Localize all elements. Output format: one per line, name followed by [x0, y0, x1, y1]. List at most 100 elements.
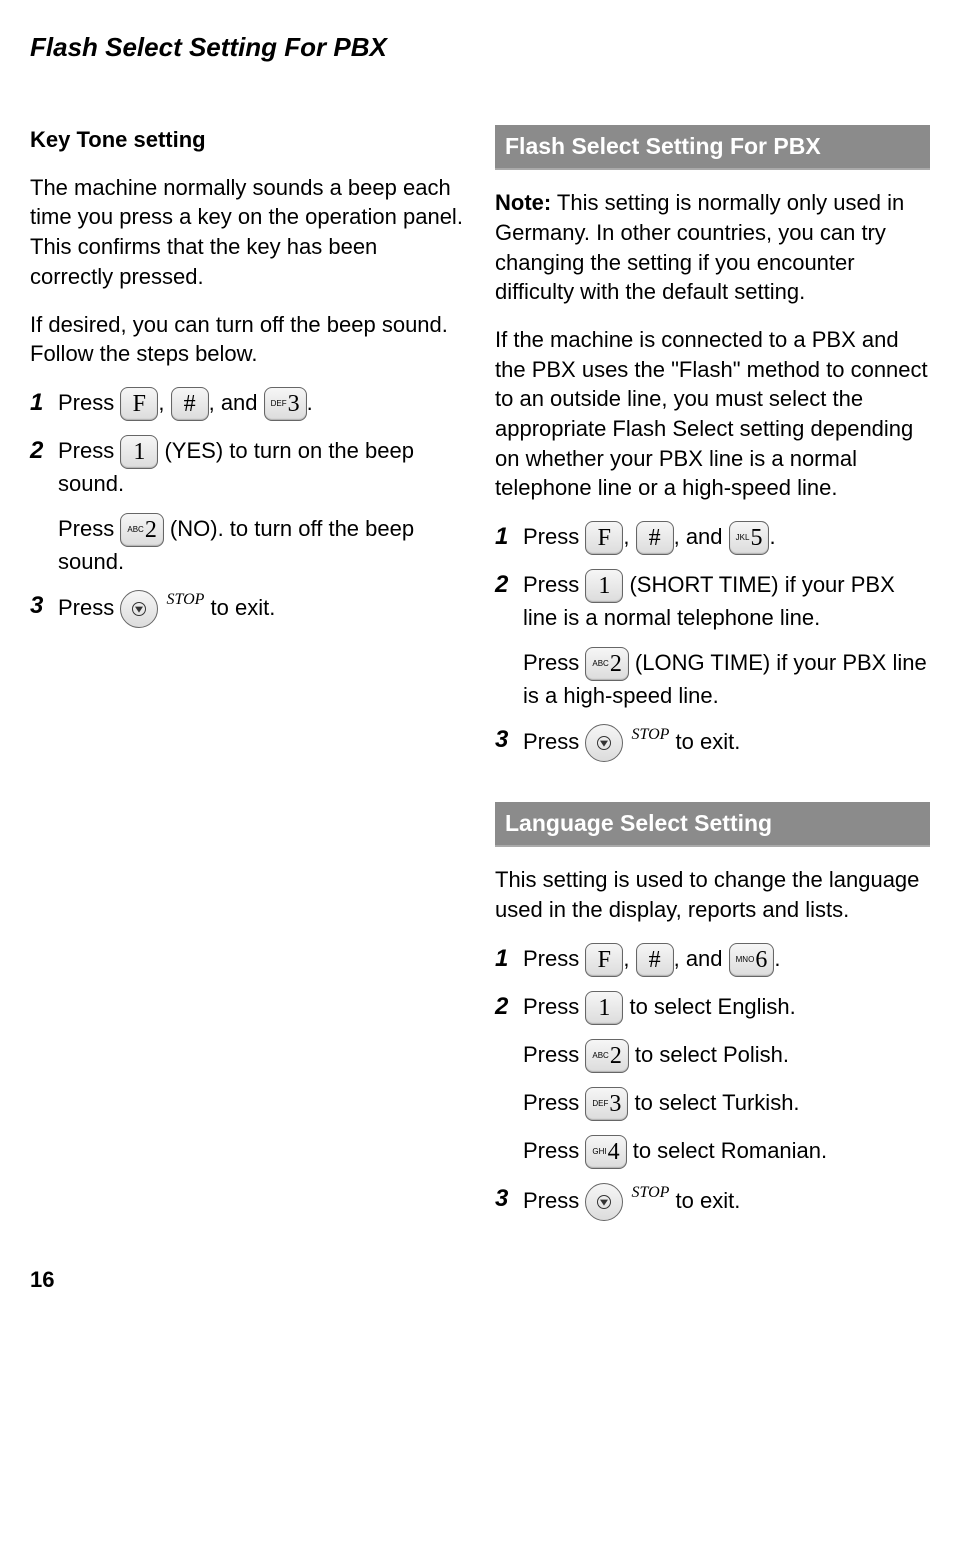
- two-key-icon: ABC2: [585, 647, 628, 681]
- key-label: 5: [750, 526, 762, 550]
- stop-label: STOP: [631, 1184, 669, 1201]
- text: Press: [523, 994, 585, 1019]
- key-label: 1: [598, 996, 610, 1020]
- stop-button-icon: [585, 1183, 623, 1221]
- key-label: 2: [145, 518, 157, 542]
- three-key-icon: DEF3: [264, 387, 307, 421]
- key-sup: ABC: [592, 1052, 608, 1060]
- note-label: Note:: [495, 190, 551, 215]
- step-body: Press F, #, and MNO6.: [523, 943, 930, 977]
- text: Press: [523, 572, 585, 597]
- step-substep: Press ABC2 (NO). to turn off the beep so…: [58, 513, 465, 577]
- flash-heading: Flash Select Setting For PBX: [495, 125, 930, 170]
- text: Press: [523, 524, 585, 549]
- step-number: 2: [495, 569, 523, 633]
- step-body: Press STOP to exit.: [58, 590, 465, 628]
- text: .: [774, 946, 780, 971]
- step-number: 1: [495, 943, 523, 977]
- key-label: 6: [755, 948, 767, 972]
- key-sup: JKL: [736, 534, 750, 542]
- text: ,: [623, 524, 635, 549]
- text: to exit.: [676, 1188, 741, 1213]
- text: to select Turkish.: [628, 1090, 799, 1115]
- text: .: [307, 390, 313, 415]
- f-key-icon: F: [585, 521, 623, 555]
- page-title: Flash Select Setting For PBX: [30, 30, 930, 65]
- key-sup: DEF: [592, 1100, 608, 1108]
- left-column: Key Tone setting The machine normally so…: [30, 125, 465, 1235]
- key-sup: ABC: [592, 660, 608, 668]
- step-body: Press F, #, and JKL5.: [523, 521, 930, 555]
- text: to select Romanian.: [627, 1138, 828, 1163]
- text: Press: [58, 595, 120, 620]
- key-sup: ABC: [127, 526, 143, 534]
- step-number: 1: [30, 387, 58, 421]
- key-label: #: [184, 392, 196, 416]
- text: ,: [158, 390, 170, 415]
- stop-label: STOP: [166, 591, 204, 608]
- step-substep: Press DEF3 to select Turkish.: [523, 1087, 930, 1121]
- hash-key-icon: #: [171, 387, 209, 421]
- step-number: 3: [30, 590, 58, 628]
- text: Press: [523, 1042, 585, 1067]
- text: to exit.: [211, 595, 276, 620]
- key-label: F: [133, 392, 146, 416]
- step-body: Press STOP to exit.: [523, 724, 930, 762]
- key-label: 2: [610, 1044, 622, 1068]
- text: Press: [58, 438, 120, 463]
- step-number: 3: [495, 724, 523, 762]
- key-label: #: [649, 526, 661, 550]
- step-substep: Press ABC2 (LONG TIME) if your PBX line …: [523, 647, 930, 711]
- text: Press: [523, 1188, 585, 1213]
- step-substep: Press ABC2 to select Polish.: [523, 1039, 930, 1073]
- three-key-icon: DEF3: [585, 1087, 628, 1121]
- f-key-icon: F: [120, 387, 158, 421]
- step-number: 3: [495, 1183, 523, 1221]
- key-label: F: [598, 526, 611, 550]
- key-label: 4: [608, 1140, 620, 1164]
- one-key-icon: 1: [585, 991, 623, 1025]
- text: Press: [58, 390, 120, 415]
- one-key-icon: 1: [120, 435, 158, 469]
- key-label: 1: [598, 574, 610, 598]
- note-text: This setting is normally only used in Ge…: [495, 190, 904, 304]
- two-key-icon: ABC2: [120, 513, 163, 547]
- text: , and: [674, 524, 729, 549]
- f-key-icon: F: [585, 943, 623, 977]
- stop-button-icon: [585, 724, 623, 762]
- step-body: Press STOP to exit.: [523, 1183, 930, 1221]
- hash-key-icon: #: [636, 943, 674, 977]
- stop-label: STOP: [631, 726, 669, 743]
- text: Press: [523, 1090, 585, 1115]
- hash-key-icon: #: [636, 521, 674, 555]
- key-label: F: [598, 948, 611, 972]
- text: Press: [523, 729, 585, 754]
- key-tone-intro-2: If desired, you can turn off the beep so…: [30, 310, 465, 369]
- key-tone-heading: Key Tone setting: [30, 125, 465, 155]
- flash-note: Note: This setting is normally only used…: [495, 188, 930, 307]
- step-body: Press 1 to select English.: [523, 991, 930, 1025]
- step-body: Press 1 (SHORT TIME) if your PBX line is…: [523, 569, 930, 633]
- key-sup: GHI: [592, 1148, 606, 1156]
- step-number: 1: [495, 521, 523, 555]
- text: to exit.: [676, 729, 741, 754]
- flash-intro: If the machine is connected to a PBX and…: [495, 325, 930, 503]
- six-key-icon: MNO6: [729, 943, 775, 977]
- page-number: 16: [30, 1265, 930, 1295]
- key-sup: DEF: [271, 400, 287, 408]
- lang-heading: Language Select Setting: [495, 802, 930, 847]
- step-number: 2: [30, 435, 58, 499]
- key-sup: MNO: [736, 956, 755, 964]
- lang-intro: This setting is used to change the langu…: [495, 865, 930, 924]
- key-label: 3: [609, 1092, 621, 1116]
- stop-button-icon: [120, 590, 158, 628]
- text: to select English.: [623, 994, 795, 1019]
- right-column: Flash Select Setting For PBX Note: This …: [495, 125, 930, 1235]
- key-label: 3: [288, 392, 300, 416]
- key-label: 1: [133, 440, 145, 464]
- text: Press: [523, 946, 585, 971]
- step-substep: Press GHI4 to select Romanian.: [523, 1135, 930, 1169]
- text: , and: [674, 946, 729, 971]
- step-body: Press 1 (YES) to turn on the beep sound.: [58, 435, 465, 499]
- key-label: #: [649, 948, 661, 972]
